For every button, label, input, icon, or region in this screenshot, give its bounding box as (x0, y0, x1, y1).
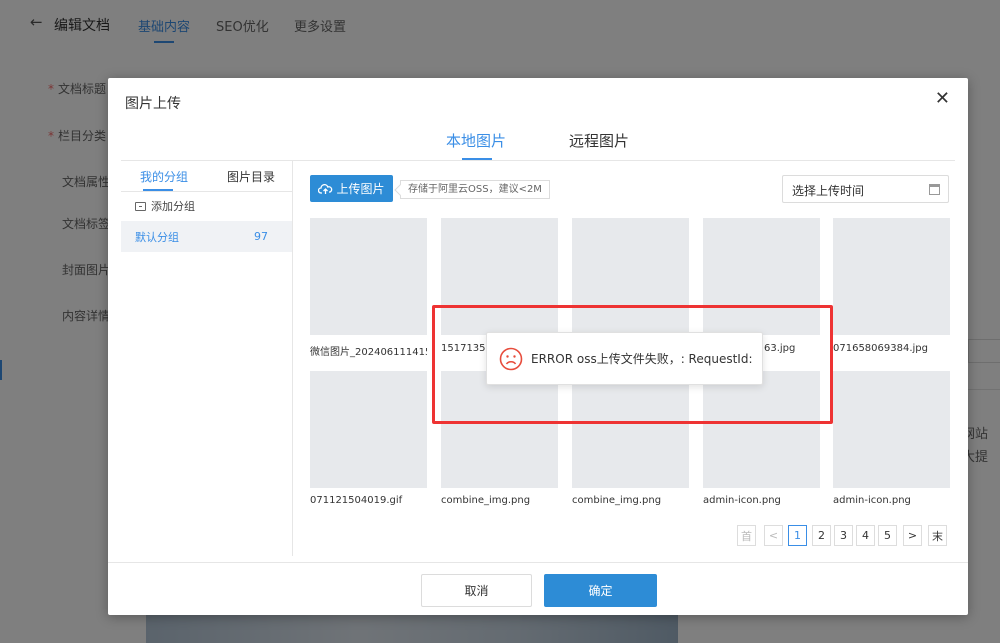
image-caption: admin-icon.png (703, 495, 781, 506)
calendar-icon (929, 184, 940, 195)
group-count: 97 (254, 230, 268, 243)
page-5[interactable]: 5 (878, 525, 897, 546)
cancel-button[interactable]: 取消 (421, 574, 532, 607)
date-placeholder: 选择上传时间 (792, 184, 865, 198)
page-2[interactable]: 2 (812, 525, 831, 546)
group-panel: 我的分组 图片目录 添加分组 默认分组 97 (121, 160, 293, 556)
highlight-box (432, 305, 833, 424)
folder-add-icon (135, 201, 146, 211)
image-caption: combine_img.png (572, 495, 662, 506)
page-3[interactable]: 3 (834, 525, 853, 546)
tab-my-groups[interactable]: 我的分组 (140, 168, 188, 185)
tab-local-images[interactable]: 本地图片 (446, 130, 506, 151)
image-caption: 071658069384.jpg (833, 343, 928, 354)
confirm-button[interactable]: 确定 (544, 574, 657, 607)
add-group-label: 添加分组 (151, 200, 195, 213)
upload-image-label: 上传图片 (336, 182, 385, 196)
close-icon[interactable]: ✕ (935, 88, 950, 109)
divider (121, 191, 292, 192)
image-thumbnail[interactable] (310, 371, 427, 488)
add-group-button[interactable]: 添加分组 (135, 198, 195, 214)
tab-image-directory[interactable]: 图片目录 (227, 168, 275, 185)
dialog-title: 图片上传 (125, 96, 181, 112)
cloud-upload-icon (318, 183, 333, 194)
image-caption: 071121504019.gif (310, 495, 403, 506)
divider (108, 562, 968, 563)
image-caption: admin-icon.png (833, 495, 911, 506)
group-name: 默认分组 (135, 230, 179, 244)
image-thumbnail[interactable] (310, 218, 427, 335)
image-thumbnail[interactable] (833, 218, 950, 335)
image-caption: 微信图片_202406111415 (310, 347, 427, 358)
page-first[interactable]: 首 (737, 525, 756, 546)
page-last[interactable]: 末 (928, 525, 947, 546)
upload-tip: 存储于阿里云OSS，建议<2M (400, 180, 550, 199)
page-1[interactable]: 1 (788, 525, 807, 546)
image-caption: combine_img.png (441, 495, 531, 506)
image-thumbnail[interactable] (833, 371, 950, 488)
upload-time-picker[interactable]: 选择上传时间 (782, 175, 949, 203)
tab-remote-images[interactable]: 远程图片 (569, 130, 629, 151)
upload-image-button[interactable]: 上传图片 (310, 175, 393, 202)
group-item-default[interactable]: 默认分组 97 (121, 221, 292, 252)
page-prev[interactable]: < (764, 525, 783, 546)
page-next[interactable]: > (903, 525, 922, 546)
page-4[interactable]: 4 (856, 525, 875, 546)
